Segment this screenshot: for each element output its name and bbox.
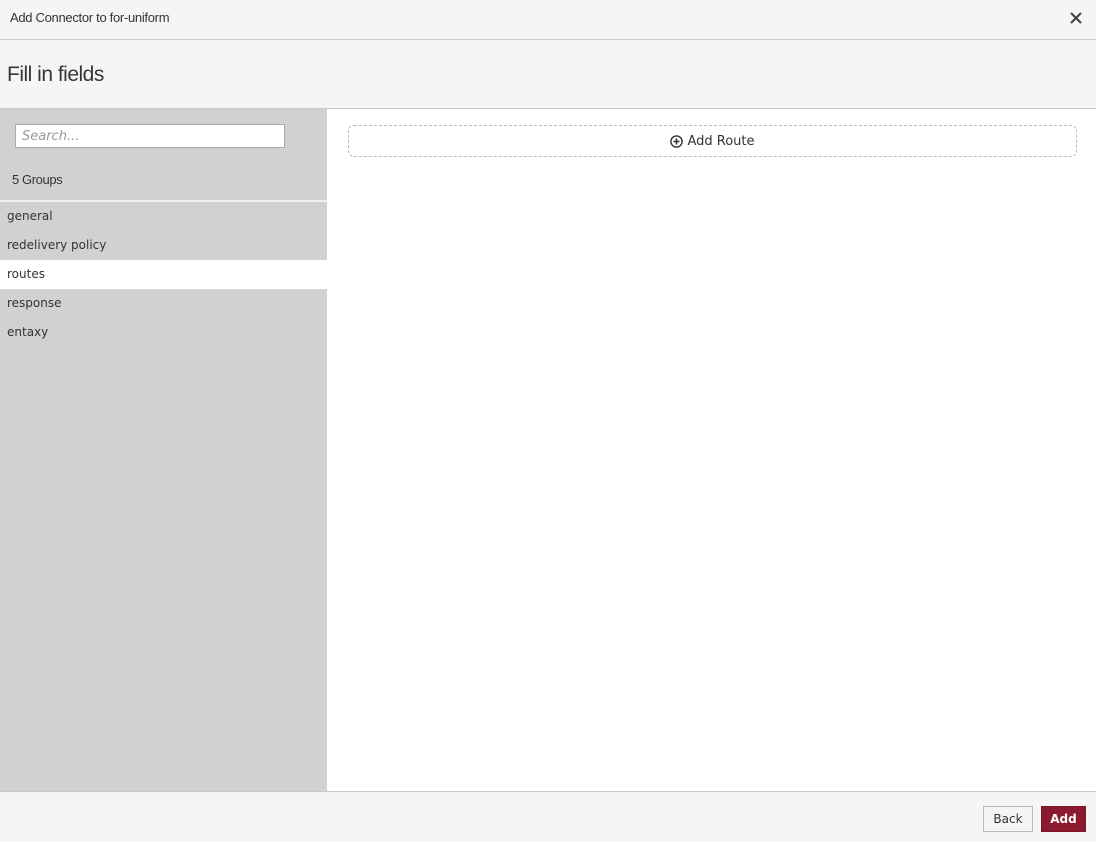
sidebar-item-entaxy[interactable]: entaxy [0, 318, 327, 347]
group-list: general redelivery policy routes respons… [0, 200, 327, 347]
dialog-title: Add Connector to for-uniform [10, 10, 170, 25]
add-route-button[interactable]: Add Route [348, 125, 1077, 157]
add-button[interactable]: Add [1041, 806, 1086, 832]
sidebar-item-general[interactable]: general [0, 202, 327, 231]
dialog-footer: Back Add [0, 791, 1096, 842]
step-header: Fill in fields [0, 40, 1096, 109]
add-connector-dialog: Add Connector to for-uniform Fill in fie… [0, 0, 1096, 842]
search-input[interactable] [15, 124, 285, 148]
add-route-label: Add Route [687, 133, 755, 149]
back-button[interactable]: Back [983, 806, 1033, 832]
dialog-titlebar: Add Connector to for-uniform [0, 0, 1096, 40]
sidebar-item-response[interactable]: response [0, 289, 327, 318]
sidebar-item-redelivery-policy[interactable]: redelivery policy [0, 231, 327, 260]
page-title: Fill in fields [7, 63, 104, 86]
main-panel: Add Route [327, 109, 1096, 791]
close-icon[interactable] [1068, 10, 1084, 26]
groups-count: 5 Groups [12, 172, 63, 187]
plus-circle-icon [670, 134, 684, 148]
groups-sidebar: 5 Groups general redelivery policy route… [0, 109, 327, 791]
sidebar-item-routes[interactable]: routes [0, 260, 327, 289]
